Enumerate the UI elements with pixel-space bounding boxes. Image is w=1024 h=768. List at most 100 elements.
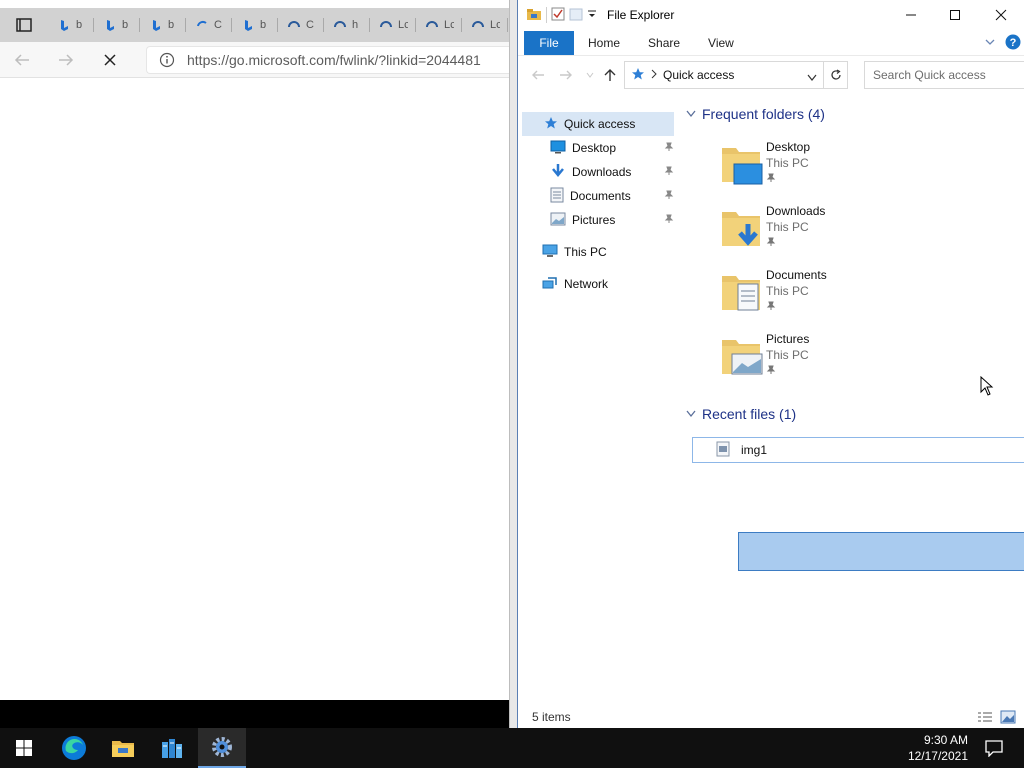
tab-label: Lc — [490, 19, 500, 31]
folder-icon — [112, 741, 134, 757]
browser-tab[interactable]: Lc — [370, 8, 416, 42]
folder-name: Downloads — [766, 204, 826, 218]
pin-icon — [664, 165, 674, 179]
details-view-icon[interactable] — [977, 711, 993, 726]
file-explorer-window: File Explorer File Home Share View ? Qui… — [517, 0, 1024, 728]
back-button[interactable] — [526, 63, 550, 87]
system-clock[interactable]: 9:30 AM 12/17/2021 — [908, 732, 968, 764]
up-button[interactable] — [598, 63, 622, 87]
nav-item-documents[interactable]: Documents — [550, 184, 674, 208]
stop-loading-button[interactable] — [88, 42, 132, 78]
search-box[interactable]: Search Quick access — [864, 61, 1024, 89]
bing-icon — [242, 18, 254, 32]
pin-icon — [766, 300, 776, 314]
navigation-pane: Quick access Desktop Downloads Documents… — [518, 106, 676, 706]
browser-tab[interactable]: Lc — [462, 8, 508, 42]
info-icon[interactable] — [147, 52, 187, 68]
chevron-down-icon — [586, 72, 594, 78]
browser-tab[interactable]: C — [186, 8, 232, 42]
folder-tile-downloads[interactable]: Downloads This PC — [714, 204, 914, 260]
nav-item-desktop[interactable]: Desktop — [550, 136, 674, 160]
image-file-icon — [715, 441, 731, 460]
nav-item-pictures[interactable]: Pictures — [550, 208, 674, 232]
tab-actions-icon — [16, 18, 32, 32]
loading-icon — [288, 18, 300, 32]
address-box[interactable]: Quick access — [624, 61, 824, 89]
tab-label: b — [168, 19, 175, 31]
browser-tab[interactable]: h — [324, 8, 370, 42]
chevron-down-icon — [686, 110, 696, 118]
pin-icon — [766, 236, 776, 250]
recent-file-row[interactable]: img1 — [692, 437, 1024, 463]
folder-tile-pictures[interactable]: Pictures This PC — [714, 332, 914, 388]
item-count: 5 items — [532, 710, 571, 724]
refresh-button[interactable] — [824, 61, 848, 89]
expand-ribbon-icon[interactable] — [984, 36, 996, 50]
nav-item-quick-access[interactable]: Quick access — [522, 112, 674, 136]
taskbar-file-explorer[interactable] — [99, 728, 147, 768]
folder-tile-documents[interactable]: Documents This PC — [714, 268, 914, 324]
nav-item-this-pc[interactable]: This PC — [542, 240, 674, 264]
frequent-folders-header[interactable]: Frequent folders (4) — [686, 106, 825, 122]
chevron-down-icon[interactable] — [587, 8, 597, 22]
tab-label: Lc — [444, 19, 454, 31]
group-title: Recent files (1) — [702, 406, 797, 422]
browser-tab[interactable]: C — [278, 8, 324, 42]
browser-bottom-bar — [0, 700, 514, 728]
nav-item-downloads[interactable]: Downloads — [550, 160, 674, 184]
taskbar-server-manager[interactable] — [148, 728, 196, 768]
tab-view[interactable]: View — [694, 31, 748, 55]
pictures-folder-icon — [722, 340, 763, 375]
tab-file[interactable]: File — [524, 30, 574, 55]
new-folder-icon[interactable] — [569, 7, 583, 24]
downloads-folder-icon — [722, 212, 760, 246]
tab-label: b — [76, 19, 83, 31]
document-icon — [550, 187, 564, 206]
taskbar-edge[interactable] — [50, 728, 98, 768]
minimize-button[interactable] — [888, 0, 934, 30]
quick-access-toolbar — [518, 7, 597, 24]
back-button[interactable] — [0, 42, 44, 78]
title-bar[interactable]: File Explorer — [518, 0, 1024, 30]
nav-label: Desktop — [572, 141, 617, 155]
browser-tab[interactable]: b — [232, 8, 278, 42]
pin-icon — [664, 213, 674, 227]
drag-selection-rectangle — [738, 532, 1024, 571]
start-button[interactable] — [0, 728, 48, 768]
forward-button[interactable] — [44, 42, 88, 78]
quick-access-star-icon — [631, 67, 645, 84]
tab-actions-button[interactable] — [0, 8, 48, 42]
chevron-down-icon[interactable] — [807, 71, 817, 85]
desktop-folder-icon — [722, 148, 763, 185]
tab-share[interactable]: Share — [634, 31, 694, 55]
taskbar-settings[interactable] — [198, 728, 246, 768]
nav-label: Network — [564, 277, 609, 291]
nav-item-network[interactable]: Network — [542, 272, 674, 296]
address-bar[interactable]: https://go.microsoft.com/fwlink/?linkid=… — [146, 46, 514, 74]
help-icon[interactable]: ? — [1005, 34, 1021, 53]
recent-files-header[interactable]: Recent files (1) — [686, 406, 796, 422]
folder-app-icon[interactable] — [526, 7, 542, 24]
notification-icon — [985, 740, 1003, 757]
back-arrow-icon — [14, 53, 29, 66]
browser-tab[interactable]: b — [140, 8, 186, 42]
breadcrumb-chevron-icon[interactable] — [651, 68, 657, 82]
tab-label: h — [352, 19, 359, 31]
close-button[interactable] — [978, 0, 1024, 30]
browser-tab[interactable]: b — [48, 8, 94, 42]
maximize-button[interactable] — [932, 0, 978, 30]
bing-icon — [58, 18, 70, 32]
folder-tile-desktop[interactable]: Desktop This PC — [714, 140, 914, 196]
browser-tab[interactable]: Lc — [416, 8, 462, 42]
loading-icon — [196, 18, 208, 32]
action-center-button[interactable] — [970, 728, 1018, 768]
pin-icon — [664, 141, 674, 155]
tab-home[interactable]: Home — [574, 31, 634, 55]
loading-icon — [426, 18, 438, 32]
properties-icon[interactable] — [551, 7, 565, 24]
forward-button[interactable] — [554, 63, 578, 87]
browser-page-content[interactable] — [0, 78, 514, 700]
large-icons-view-icon[interactable] — [1000, 710, 1016, 727]
browser-tab[interactable]: b — [94, 8, 140, 42]
nav-label: Pictures — [572, 213, 616, 227]
